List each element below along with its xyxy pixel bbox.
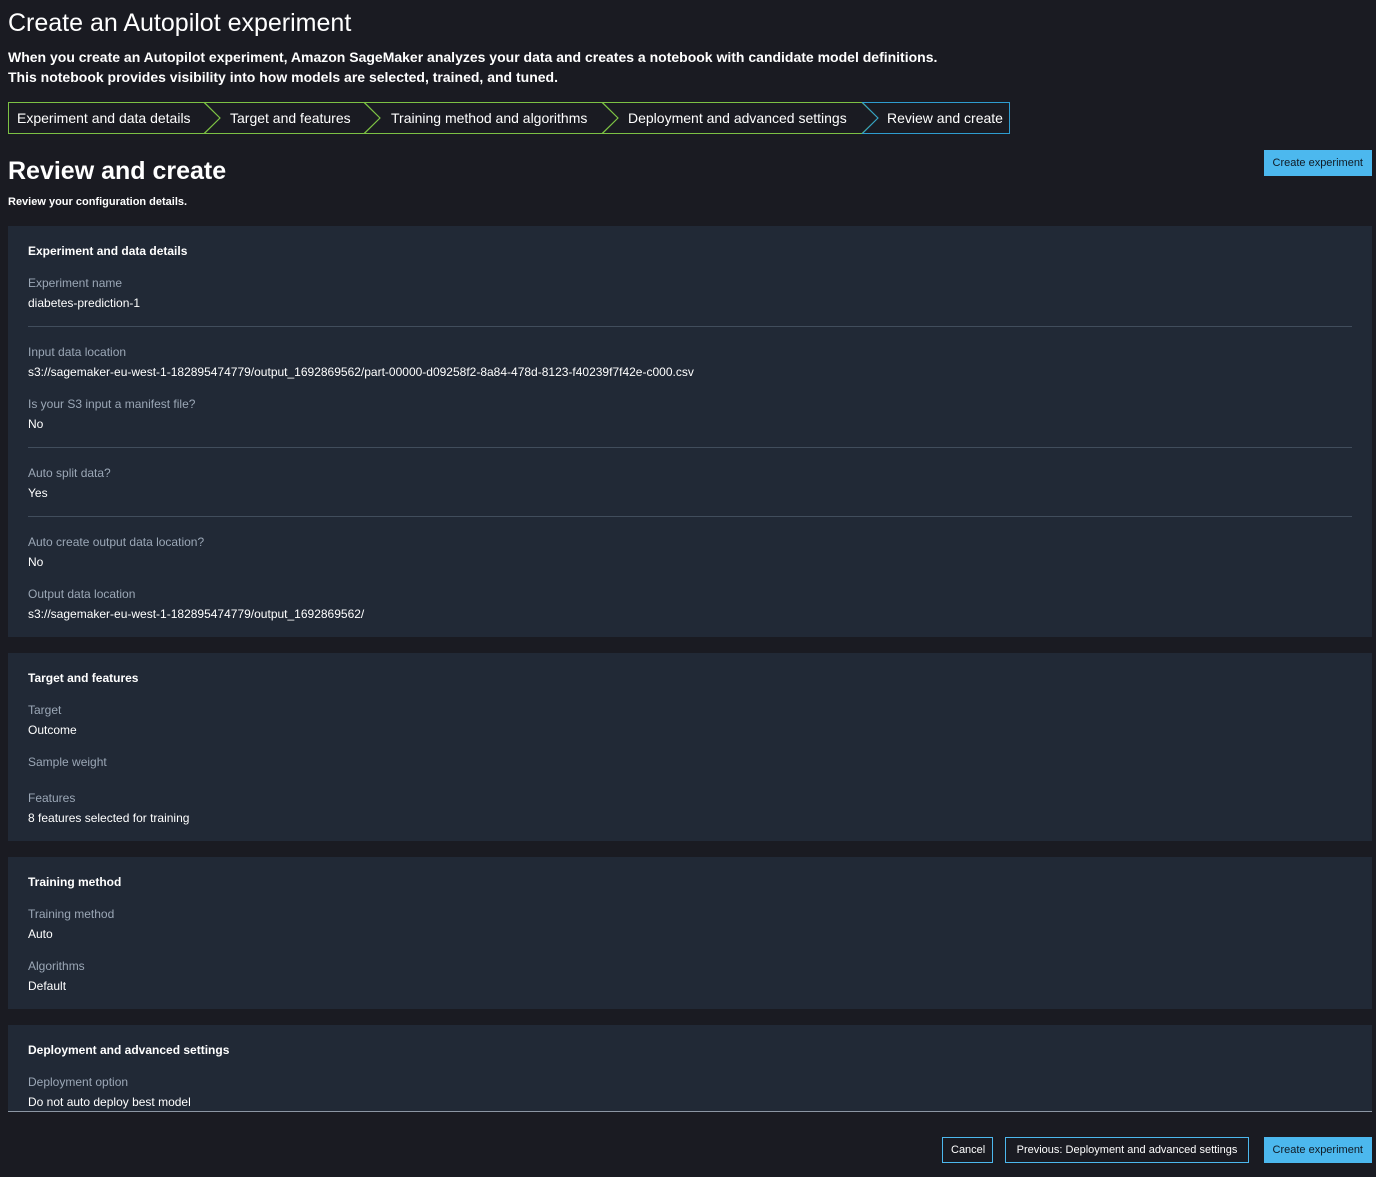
target-value: Outcome	[28, 723, 77, 737]
experiment-name-value: diabetes-prediction-1	[28, 296, 141, 310]
sample-weight-label: Sample weight	[28, 755, 107, 769]
card-heading: Training method	[28, 875, 122, 889]
features-value: 8 features selected for training	[28, 811, 190, 825]
page-title: Create an Autopilot experiment	[8, 9, 352, 37]
step-label: Experiment and data details	[17, 110, 191, 126]
manifest-file-value: No	[28, 417, 44, 431]
training-method-value: Auto	[28, 927, 53, 941]
deployment-advanced-card: Deployment and advanced settings Deploym…	[8, 1025, 1372, 1111]
create-experiment-button-top[interactable]: Create experiment	[1263, 150, 1372, 176]
divider	[28, 447, 1352, 448]
training-method-label: Training method	[28, 907, 115, 921]
page-description: When you create an Autopilot experiment,…	[8, 47, 937, 87]
auto-split-label: Auto split data?	[28, 466, 111, 480]
wizard-steps: Experiment and data details Target and f…	[8, 102, 1012, 134]
manifest-file-label: Is your S3 input a manifest file?	[28, 397, 196, 411]
auto-output-location-label: Auto create output data location?	[28, 535, 205, 549]
deployment-option-label: Deployment option	[28, 1075, 129, 1089]
cancel-button[interactable]: Cancel	[942, 1137, 993, 1163]
card-heading: Deployment and advanced settings	[28, 1043, 230, 1057]
step-label: Review and create	[887, 110, 1003, 126]
divider	[28, 516, 1352, 517]
card-heading: Experiment and data details	[28, 244, 188, 258]
page-description-line-2: This notebook provides visibility into h…	[8, 69, 558, 85]
previous-button[interactable]: Previous: Deployment and advanced settin…	[1005, 1137, 1249, 1163]
create-experiment-button[interactable]: Create experiment	[1263, 1137, 1372, 1163]
auto-split-value: Yes	[28, 486, 48, 500]
step-label: Training method and algorithms	[391, 110, 588, 126]
review-title: Review and create	[8, 157, 227, 185]
deployment-option-value: Do not auto deploy best model	[28, 1095, 191, 1109]
output-data-location-value: s3://sagemaker-eu-west-1-182895474779/ou…	[28, 607, 365, 621]
card-heading: Target and features	[28, 671, 139, 685]
input-data-location-value: s3://sagemaker-eu-west-1-182895474779/ou…	[28, 365, 694, 379]
page-description-line-1: When you create an Autopilot experiment,…	[8, 49, 938, 65]
algorithms-label: Algorithms	[28, 959, 85, 973]
target-label: Target	[28, 703, 62, 717]
step-label: Deployment and advanced settings	[628, 110, 847, 126]
experiment-data-details-card: Experiment and data details Experiment n…	[8, 226, 1372, 637]
auto-output-location-value: No	[28, 555, 44, 569]
review-subtitle: Review your configuration details.	[8, 196, 188, 208]
output-data-location-label: Output data location	[28, 587, 136, 601]
algorithms-value: Default	[28, 979, 67, 993]
training-method-card: Training method Training method Auto Alg…	[8, 857, 1372, 1009]
input-data-location-label: Input data location	[28, 345, 127, 359]
step-label: Target and features	[230, 110, 351, 126]
features-label: Features	[28, 791, 76, 805]
footer-divider	[8, 1111, 1372, 1112]
divider	[28, 326, 1352, 327]
experiment-name-label: Experiment name	[28, 276, 123, 290]
target-features-card: Target and features Target Outcome Sampl…	[8, 653, 1372, 841]
